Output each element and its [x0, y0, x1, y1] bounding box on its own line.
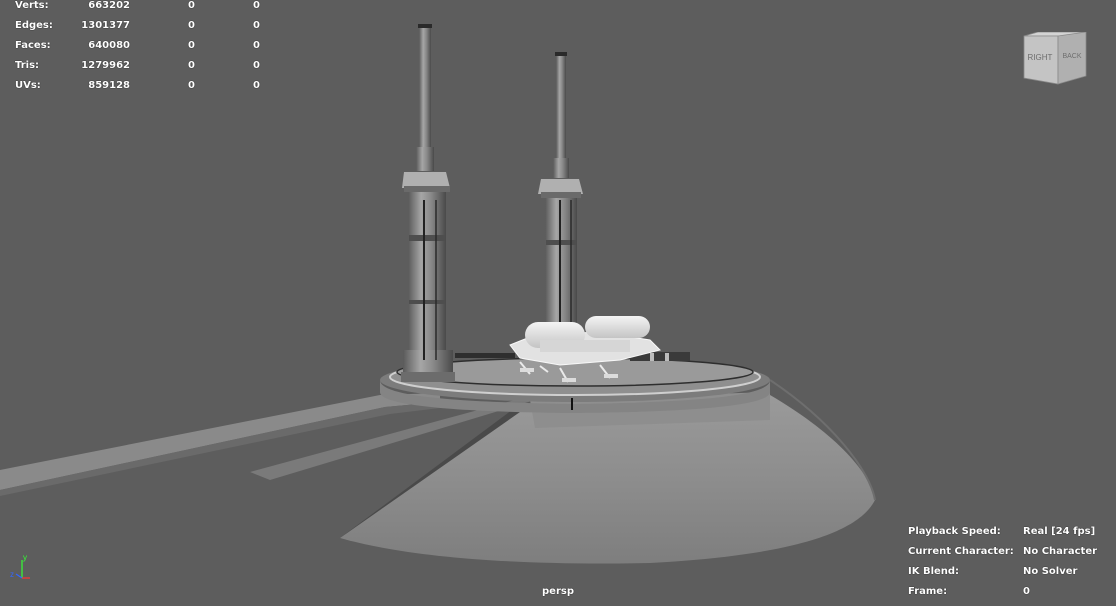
stat-total: 859128 [88, 80, 130, 91]
hud-row-playback-speed: Playback Speed: Real [24 fps] [908, 526, 1108, 538]
stat-component: 0 [253, 0, 260, 11]
hud-value: 0 [1023, 586, 1030, 597]
stats-row-uvs: UVs: 859128 0 0 [0, 80, 270, 92]
stat-selected: 0 [188, 20, 195, 31]
hud-label: Playback Speed: [908, 526, 1001, 537]
axis-gizmo: y z [10, 553, 30, 579]
z-axis-line [15, 573, 23, 579]
hud-row-frame: Frame: 0 [908, 586, 1108, 598]
tower-right [538, 52, 583, 338]
stat-label: UVs: [15, 80, 41, 91]
stat-selected: 0 [188, 60, 195, 71]
stat-total: 1279962 [81, 60, 130, 71]
hud-value: Real [24 fps] [1023, 526, 1096, 537]
hud-label: Frame: [908, 586, 948, 597]
viewcube-right-label: RIGHT [1028, 53, 1053, 62]
stat-component: 0 [253, 40, 260, 51]
stat-label: Faces: [15, 40, 51, 51]
stats-row-edges: Edges: 1301377 0 0 [0, 20, 270, 32]
z-axis-label: z [10, 570, 14, 579]
viewcube[interactable]: RIGHT BACK [1022, 32, 1088, 86]
stat-total: 663202 [88, 0, 130, 11]
stat-selected: 0 [188, 0, 195, 11]
viewcube-back-label: BACK [1062, 53, 1081, 60]
stat-selected: 0 [188, 40, 195, 51]
hud-row-ik-blend: IK Blend: No Solver [908, 566, 1108, 578]
stat-total: 1301377 [81, 20, 130, 31]
persp-viewport[interactable]: Verts: 663202 0 0 Edges: 1301377 0 0 Fac… [0, 0, 1116, 606]
stat-component: 0 [253, 80, 260, 91]
y-axis-label: y [23, 553, 27, 562]
stats-row-tris: Tris: 1279962 0 0 [0, 60, 270, 72]
stat-selected: 0 [188, 80, 195, 91]
stat-component: 0 [253, 20, 260, 31]
stat-label: Edges: [15, 20, 53, 31]
tower-left [401, 24, 455, 382]
stat-total: 640080 [88, 40, 130, 51]
stat-label: Tris: [15, 60, 40, 71]
hud-row-current-character: Current Character: No Character [908, 546, 1108, 558]
hud-label: Current Character: [908, 546, 1014, 557]
hud-value: No Character [1023, 546, 1098, 557]
stat-component: 0 [253, 60, 260, 71]
stat-label: Verts: [15, 0, 49, 11]
hud-value: No Solver [1023, 566, 1078, 577]
hud-label: IK Blend: [908, 566, 960, 577]
stats-row-faces: Faces: 640080 0 0 [0, 40, 270, 52]
stats-row-verts: Verts: 663202 0 0 [0, 0, 270, 12]
